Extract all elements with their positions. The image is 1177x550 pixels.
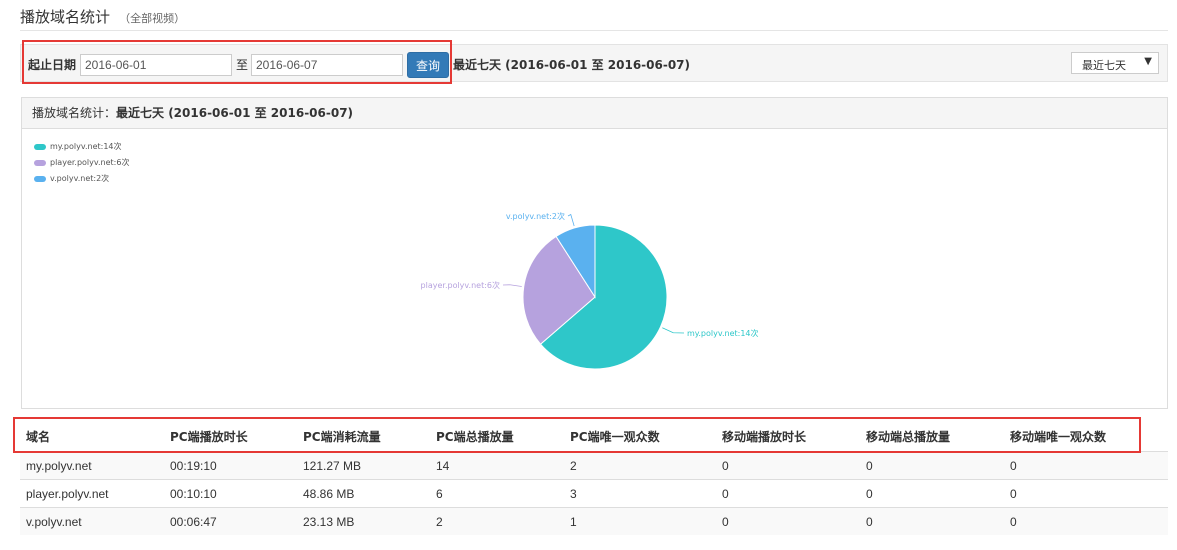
table-cell: 0: [716, 451, 860, 480]
chart-panel-body: my.polyv.net:14次 player.polyv.net:6次 v.pol…: [22, 129, 1167, 409]
table-cell: 00:19:10: [164, 451, 297, 480]
selected-range-text: 最近七天 (2016-06-01 至 2016-06-07): [453, 58, 691, 72]
table-cell: 0: [1004, 479, 1168, 508]
pie-label-line: [567, 213, 575, 227]
table-cell: my.polyv.net: [20, 451, 164, 480]
table-cell: 00:06:47: [164, 507, 297, 535]
range-select-value: 最近七天: [1082, 59, 1126, 72]
table-cell: 1: [564, 507, 716, 535]
pie-slice-label: v.polyv.net:2次: [506, 211, 565, 221]
table-cell: 23.13 MB: [297, 507, 430, 535]
table-cell: 14: [430, 451, 564, 480]
table-cell: 0: [1004, 451, 1168, 480]
page-title: 播放域名统计: [20, 8, 111, 26]
page-header: 播放域名统计 （全部视频）: [20, 6, 1168, 31]
table-cell: 0: [716, 507, 860, 535]
stats-table-wrap: 域名 PC端播放时长 PC端消耗流量 PC端总播放量 PC端唯一观众数 移动端播放时长 移动…: [20, 421, 1168, 535]
column-header: PC端唯一观众数: [570, 429, 660, 444]
table-cell: 2: [564, 451, 716, 480]
column-header: PC端消耗流量: [303, 429, 381, 444]
table-cell: 0: [1004, 507, 1168, 535]
stats-table: 域名 PC端播放时长 PC端消耗流量 PC端总播放量 PC端唯一观众数 移动端播放时长 移动…: [20, 421, 1168, 535]
column-header: 移动端总播放量: [866, 429, 951, 444]
pie-slice-label: player.polyv.net:6次: [421, 280, 500, 290]
pie-slice-label: my.polyv.net:14次: [687, 328, 759, 338]
date-separator: 至: [236, 58, 249, 72]
column-header: PC端总播放量: [436, 429, 514, 444]
table-cell: 6: [430, 479, 564, 508]
column-header: 移动端唯一观众数: [1010, 429, 1107, 444]
page-subtitle: （全部视频）: [119, 12, 186, 25]
table-cell: 0: [716, 479, 860, 508]
chart-panel-heading: 播放域名统计：最近七天 (2016-06-01 至 2016-06-07): [22, 98, 1167, 129]
caret-down-icon: ▼: [1144, 56, 1152, 67]
chart-panel: 播放域名统计：最近七天 (2016-06-01 至 2016-06-07) my…: [21, 97, 1168, 409]
table-header-row: 域名 PC端播放时长 PC端消耗流量 PC端总播放量 PC端唯一观众数 移动端播放时长 移动…: [20, 421, 1168, 452]
query-button[interactable]: 查询: [407, 52, 449, 78]
table-cell: 0: [860, 479, 1004, 508]
filter-bar: 起止日期 至 查询 最近七天 (2016-06-01 至 2016-06-07)…: [20, 44, 1168, 82]
chart-panel-title-range: 最近七天 (2016-06-01 至 2016-06-07): [116, 106, 354, 120]
table-cell: 3: [564, 479, 716, 508]
column-header: 移动端播放时长: [722, 429, 807, 444]
table-cell: player.polyv.net: [20, 479, 164, 508]
start-date-input[interactable]: [80, 54, 232, 76]
table-cell: v.polyv.net: [20, 507, 164, 535]
date-range-label: 起止日期: [28, 58, 77, 72]
table-cell: 00:10:10: [164, 479, 297, 508]
table-cell: 2: [430, 507, 564, 535]
table-cell: 48.86 MB: [297, 479, 430, 508]
pie-label-line: [662, 327, 685, 334]
table-cell: 121.27 MB: [297, 451, 430, 480]
table-cell: 0: [860, 507, 1004, 535]
table-row: my.polyv.net 00:19:10 121.27 MB 14 2 0 0 0: [20, 451, 1168, 480]
chart-panel-title-prefix: 播放域名统计：: [32, 106, 117, 120]
table-body: my.polyv.net 00:19:10 121.27 MB 14 2 0 0 0 playe…: [20, 451, 1168, 535]
pie-label-line: [502, 284, 522, 287]
column-header: 域名: [26, 429, 51, 444]
table-row: v.polyv.net 00:06:47 23.13 MB 2 1 0 0 0: [20, 507, 1168, 535]
table-row: player.polyv.net 00:10:10 48.86 MB 6 3 0 0 0: [20, 479, 1168, 508]
table-cell: 0: [860, 451, 1004, 480]
end-date-input[interactable]: [251, 54, 403, 76]
column-header: PC端播放时长: [170, 429, 248, 444]
pie-chart: my.polyv.net:14次 player.polyv.net:6次 v.pol…: [421, 211, 759, 370]
range-select[interactable]: 最近七天 ▼: [1071, 52, 1159, 74]
